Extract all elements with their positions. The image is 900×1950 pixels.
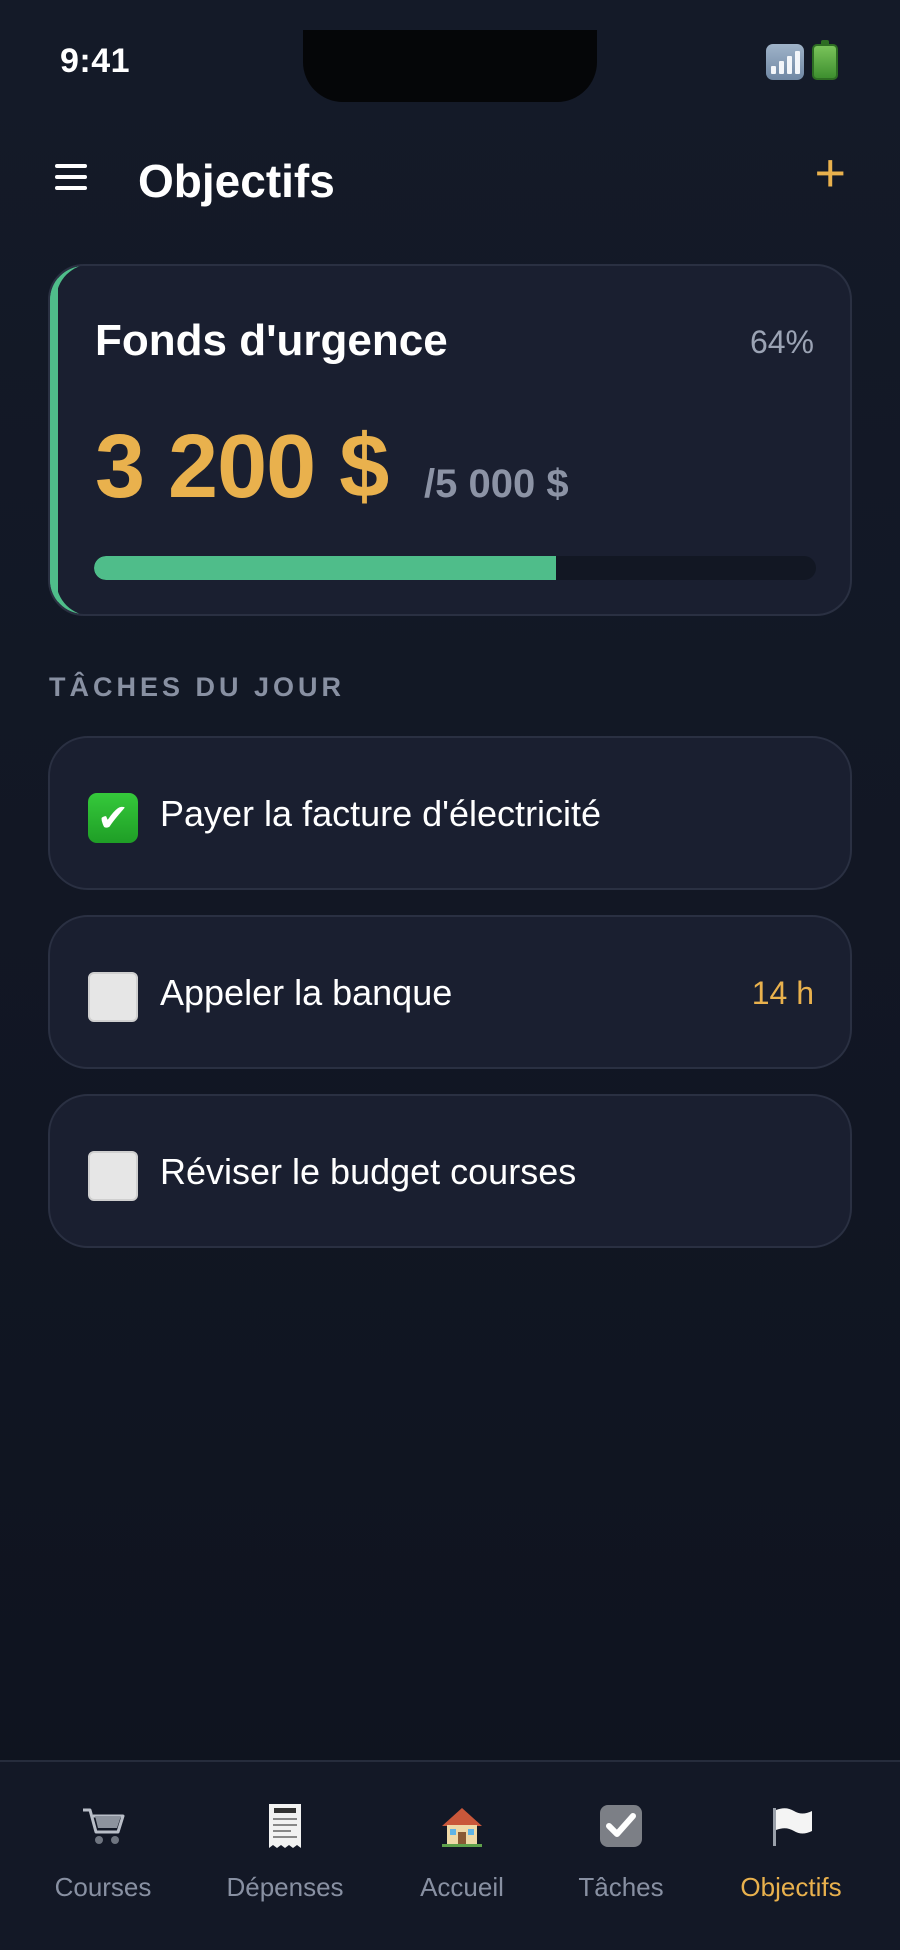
task-label: Réviser le budget courses (160, 1151, 577, 1192)
goal-percent: 64% (749, 324, 814, 360)
tab-label: Objectifs (740, 1872, 842, 1902)
status-icons (766, 40, 838, 80)
check-box-icon (600, 1805, 642, 1847)
bottom-tab-bar: Courses Dépenses Accueil Tâches Objectif… (0, 1760, 900, 1950)
goal-card[interactable]: Fonds d'urgence 64% 3 200 $ /5 000 $ (48, 264, 852, 616)
goal-title: Fonds d'urgence (95, 316, 448, 365)
tab-taches[interactable]: Tâches (536, 1802, 706, 1912)
add-goal-button[interactable]: + (814, 146, 846, 200)
task-item[interactable]: Payer la facture d'électricité (48, 736, 852, 890)
device-notch (303, 30, 597, 102)
flag-icon (773, 1808, 812, 1846)
status-bar: 9:41 (0, 0, 900, 110)
receipt-icon (269, 1804, 301, 1848)
goal-progress-bar (94, 556, 816, 580)
status-time: 9:41 (60, 42, 131, 80)
goal-target-amount: /5 000 $ (424, 462, 569, 506)
signal-icon (766, 44, 804, 80)
menu-icon[interactable] (50, 164, 94, 200)
checkbox-icon[interactable] (88, 1151, 138, 1201)
app-header: Objectifs + (0, 140, 900, 220)
task-label: Appeler la banque (160, 972, 453, 1013)
shopping-cart-icon (83, 1808, 125, 1844)
section-heading: TÂCHES DU JOUR (49, 672, 346, 702)
goal-progress-fill (94, 556, 557, 580)
tab-label: Dépenses (226, 1872, 344, 1902)
goal-current-amount: 3 200 $ (95, 417, 389, 517)
task-item[interactable]: Appeler la banque 14 h (48, 915, 852, 1069)
tab-depenses[interactable]: Dépenses (200, 1802, 370, 1912)
tab-label: Courses (54, 1872, 152, 1902)
house-icon (442, 1808, 482, 1847)
tab-objectifs[interactable]: Objectifs (706, 1802, 876, 1912)
tab-accueil[interactable]: Accueil (377, 1802, 547, 1912)
task-label: Payer la facture d'électricité (160, 793, 602, 834)
task-item[interactable]: Réviser le budget courses (48, 1094, 852, 1248)
tab-label: Tâches (578, 1872, 664, 1902)
tab-courses[interactable]: Courses (18, 1802, 188, 1912)
checkbox-icon[interactable] (88, 793, 138, 843)
task-time: 14 h (751, 975, 814, 1011)
checkbox-icon[interactable] (88, 972, 138, 1022)
page-title: Objectifs (138, 155, 335, 207)
tab-label: Accueil (420, 1872, 504, 1902)
goal-accent-bar (50, 266, 58, 614)
battery-icon (812, 40, 838, 80)
